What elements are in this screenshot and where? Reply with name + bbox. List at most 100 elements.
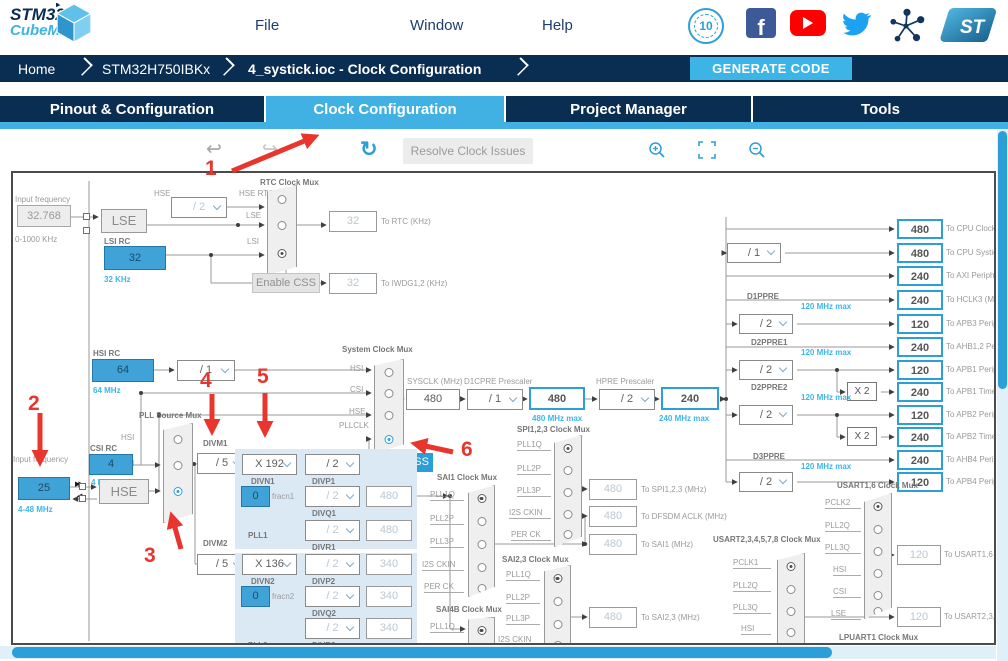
mux-radio[interactable]	[553, 597, 562, 606]
mux-radio[interactable]	[278, 195, 287, 204]
twitter-icon[interactable]	[840, 10, 872, 38]
d1cpre-out-value[interactable]: 480	[529, 387, 585, 410]
rtc-freq-value[interactable]: 32	[329, 211, 377, 232]
mux-radio[interactable]	[874, 502, 883, 511]
breadcrumb-mcu[interactable]: STM32H750IBKx	[102, 61, 210, 77]
sai23-freq-value[interactable]: 480	[589, 607, 637, 628]
divq1[interactable]: / 2	[305, 486, 360, 507]
mux-radio[interactable]	[278, 249, 287, 258]
undo-icon[interactable]: ↩	[206, 138, 222, 161]
mux-radio[interactable]	[874, 591, 883, 600]
youtube-icon[interactable]	[790, 10, 826, 36]
zoom-in-icon[interactable]	[648, 141, 666, 159]
divn1[interactable]: X 192	[242, 454, 297, 475]
axi-value[interactable]: 240	[897, 266, 943, 286]
divr2[interactable]: / 2	[305, 618, 360, 639]
apb1-value[interactable]: 120	[897, 360, 943, 380]
mux-radio[interactable]	[787, 585, 796, 594]
ahb4-value[interactable]: 240	[897, 450, 943, 470]
mux-radio[interactable]	[477, 494, 486, 503]
sai23-clock-mux[interactable]	[544, 565, 571, 645]
spi123-freq-value[interactable]: 480	[589, 479, 637, 500]
d1cpre-prescaler[interactable]: / 1	[467, 389, 523, 410]
horizontal-scrollbar-thumb[interactable]	[12, 647, 832, 658]
divq2[interactable]: / 2	[305, 586, 360, 607]
d2ppre2-divider[interactable]: / 2	[739, 405, 793, 425]
tab-project-manager[interactable]: Project Manager	[506, 96, 751, 122]
cpu-clock-value[interactable]: 480	[897, 219, 943, 239]
resolve-clock-issues-button[interactable]: Resolve Clock Issues	[403, 138, 533, 164]
mux-radio[interactable]	[477, 517, 486, 526]
divp1[interactable]: / 2	[305, 454, 360, 475]
mux-radio[interactable]	[385, 389, 394, 398]
tab-tools[interactable]: Tools	[753, 96, 1008, 122]
apb2-timer-value[interactable]: 240	[897, 427, 943, 447]
mux-radio[interactable]	[874, 569, 883, 578]
sai1-clock-mux[interactable]	[468, 485, 495, 597]
mux-radio[interactable]	[874, 547, 883, 556]
mux-radio[interactable]	[385, 411, 394, 420]
zoom-out-icon[interactable]	[748, 141, 766, 159]
mux-radio[interactable]	[564, 488, 573, 497]
fracn2-value[interactable]: 0	[241, 586, 270, 607]
apb2-value[interactable]: 120	[897, 405, 943, 425]
menu-file[interactable]: File	[255, 17, 279, 34]
refresh-icon[interactable]: ↻	[360, 137, 378, 162]
menu-help[interactable]: Help	[542, 17, 573, 34]
clock-tree-canvas[interactable]: Input frequency32.7680-1000 KHzHSE/ 2HSE…	[11, 171, 996, 645]
tab-pinout-configuration[interactable]: Pinout & Configuration	[0, 96, 264, 122]
apb3-value[interactable]: 120	[897, 314, 943, 334]
mux-radio[interactable]	[874, 525, 883, 534]
hclk3-value[interactable]: 240	[897, 290, 943, 310]
rtc-enable-css-button[interactable]: Enable CSS	[252, 273, 320, 293]
menu-window[interactable]: Window	[410, 17, 463, 34]
usart16-clock-mux[interactable]	[864, 493, 892, 619]
mux-radio[interactable]	[477, 626, 486, 635]
mux-radio[interactable]	[174, 461, 183, 470]
dfsdm-freq-value[interactable]: 480	[589, 506, 637, 527]
ahb12-value[interactable]: 240	[897, 337, 943, 357]
divp2[interactable]: / 2	[305, 554, 360, 575]
pll1r-value[interactable]: 480	[366, 520, 412, 541]
cpu-systick-divider[interactable]: / 1	[727, 243, 781, 263]
rtc-clock-mux[interactable]	[267, 185, 297, 275]
cpu-systick-value[interactable]: 480	[897, 243, 943, 263]
rtc-hse-divider[interactable]: / 2	[171, 197, 227, 218]
vertical-scrollbar-thumb[interactable]	[998, 131, 1007, 389]
mux-radio[interactable]	[385, 368, 394, 377]
pll2r-value[interactable]: 340	[366, 618, 412, 639]
hsi-rc-value[interactable]: 64	[92, 359, 154, 382]
mux-radio[interactable]	[564, 466, 573, 475]
mux-radio[interactable]	[477, 584, 486, 593]
fit-to-screen-icon[interactable]	[698, 141, 716, 159]
mux-radio[interactable]	[174, 487, 183, 496]
mux-radio[interactable]	[564, 510, 573, 519]
hpre-prescaler[interactable]: / 2	[599, 389, 655, 410]
hse-input-frequency-value[interactable]: 25	[18, 477, 70, 500]
d3ppre-divider[interactable]: / 2	[739, 472, 793, 492]
sysclk-value[interactable]: 480	[406, 389, 460, 410]
d2ppre1-divider[interactable]: / 2	[739, 360, 793, 380]
divn2[interactable]: X 136	[242, 554, 297, 575]
spi123-clock-mux[interactable]	[554, 435, 582, 547]
lse-source-box[interactable]: LSE	[101, 209, 147, 233]
network-icon[interactable]	[888, 6, 926, 46]
tab-clock-configuration[interactable]: Clock Configuration	[266, 96, 504, 122]
redo-icon[interactable]: ↪	[262, 138, 278, 161]
mux-radio[interactable]	[787, 628, 796, 637]
mux-radio[interactable]	[477, 563, 486, 572]
usart16-freq-value[interactable]: 120	[897, 545, 941, 565]
apb1-timer-multiplier[interactable]: X 2	[847, 382, 877, 401]
apb2-timer-multiplier[interactable]: X 2	[847, 427, 877, 446]
pll1q-value[interactable]: 480	[366, 486, 412, 507]
apb1-timer-value[interactable]: 240	[897, 382, 943, 402]
divr1[interactable]: / 2	[305, 520, 360, 541]
hpre-out-value[interactable]: 240	[661, 387, 719, 410]
d1ppre-divider[interactable]: / 2	[739, 314, 793, 334]
iwdg-freq-value[interactable]: 32	[329, 273, 377, 294]
csi-rc-value[interactable]: 4	[89, 454, 133, 475]
mux-radio[interactable]	[553, 620, 562, 629]
mux-radio[interactable]	[787, 562, 796, 571]
pll2p-value[interactable]: 340	[366, 554, 412, 575]
mux-radio[interactable]	[553, 574, 562, 583]
